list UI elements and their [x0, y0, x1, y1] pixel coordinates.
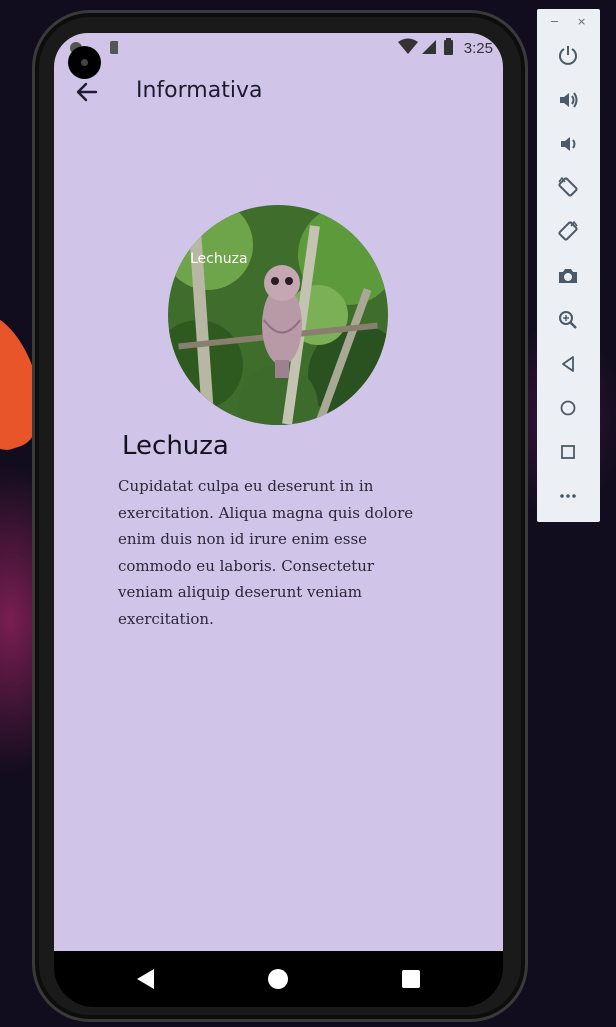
app-bar: Informativa — [54, 73, 503, 113]
status-bar: 3:25 — [54, 33, 503, 63]
volume-down-icon — [561, 137, 576, 151]
image-caption: Lechuza — [190, 251, 248, 267]
owl-image: Lechuza — [168, 205, 388, 425]
rotate-left-icon — [558, 176, 578, 197]
close-button[interactable]: × — [577, 15, 586, 28]
triangle-back-icon — [137, 969, 154, 989]
back-button[interactable] — [72, 77, 102, 107]
back-icon — [562, 356, 574, 372]
zoom-icon — [559, 311, 577, 329]
signal-icon — [421, 40, 436, 54]
nav-home-button[interactable] — [266, 967, 290, 995]
zoom-button[interactable] — [554, 306, 582, 334]
page-title: Informativa — [136, 78, 263, 103]
overview-icon — [561, 445, 575, 459]
status-right: 3:25 — [397, 38, 493, 57]
nav-overview-button[interactable] — [400, 968, 422, 994]
rotate-right-icon — [558, 220, 578, 241]
emulator-overview-button[interactable] — [554, 438, 582, 466]
app-screen: 3:25 Informativa Lechuza Lechuza Cupidat… — [54, 33, 503, 951]
volume-down-button[interactable] — [554, 130, 582, 158]
wifi-icon — [397, 38, 418, 54]
volume-up-icon — [560, 92, 578, 108]
camera-cutout — [68, 46, 101, 79]
content-heading: Lechuza — [122, 431, 229, 461]
navigation-bar — [54, 951, 503, 1007]
emulator-back-button[interactable] — [554, 350, 582, 378]
rotate-right-button[interactable] — [554, 217, 582, 245]
battery-icon — [443, 38, 453, 55]
circle-home-icon — [268, 969, 288, 989]
emulator-home-button[interactable] — [554, 394, 582, 422]
minimize-button[interactable]: − — [550, 15, 559, 28]
rotate-left-button[interactable] — [554, 173, 582, 201]
status-time: 3:25 — [463, 40, 493, 57]
emulator-toolbar: − × — [537, 9, 600, 522]
window-controls: − × — [537, 15, 600, 29]
more-icon — [560, 494, 576, 498]
content-body: Cupidatat culpa eu deserunt in in exerci… — [118, 477, 414, 628]
power-button[interactable] — [554, 41, 582, 69]
screenshot-button[interactable] — [554, 262, 582, 290]
camera-icon — [559, 269, 577, 283]
square-overview-icon — [402, 970, 420, 988]
power-icon — [559, 46, 577, 65]
volume-up-button[interactable] — [554, 86, 582, 114]
arrow-left-icon — [76, 82, 98, 102]
home-icon — [560, 400, 576, 416]
nav-back-button[interactable] — [134, 967, 156, 995]
emulator-more-button[interactable] — [554, 482, 582, 510]
